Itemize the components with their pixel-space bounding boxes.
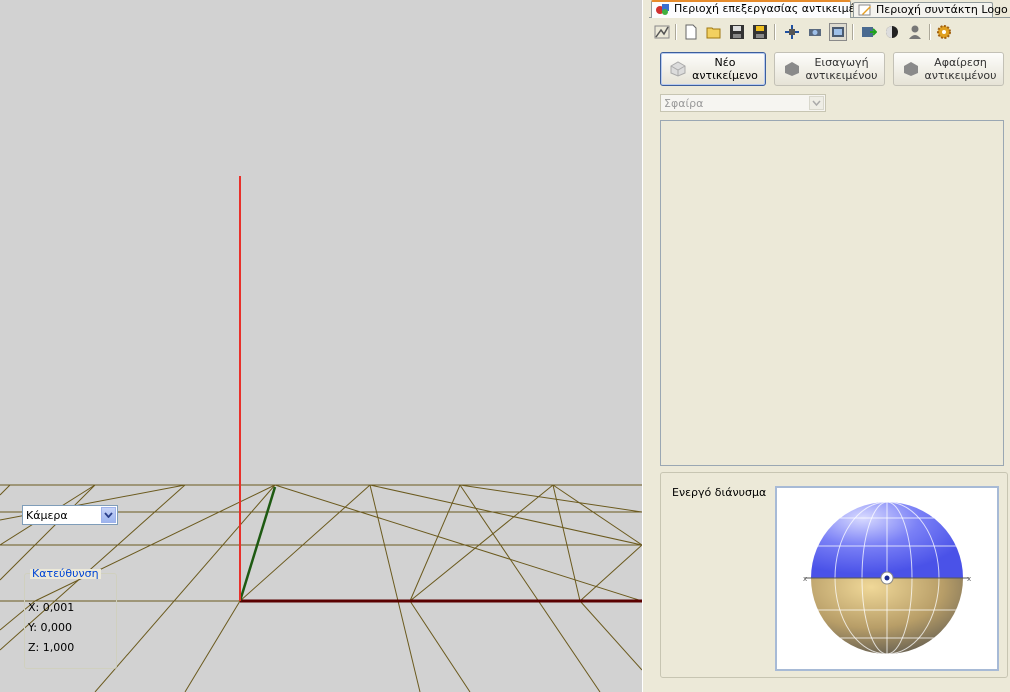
chevron-down-icon	[101, 507, 116, 523]
shape-select[interactable]: Σφαίρα	[660, 94, 826, 112]
direction-z: Z: 1,000	[28, 641, 75, 654]
tab-object-editor[interactable]: Περιοχή επεξεργασίας αντικειμένων	[651, 0, 876, 18]
screen-view-icon[interactable]	[829, 23, 847, 41]
save-icon[interactable]	[728, 23, 746, 41]
new-object-label: Νέο αντικείμενο	[692, 56, 758, 82]
shape-select-value: Σφαίρα	[664, 97, 704, 110]
move-icon[interactable]	[783, 23, 801, 41]
direction-y: Y: 0,000	[28, 621, 72, 634]
import-object-icon	[785, 62, 799, 76]
camera-view-icon[interactable]	[806, 23, 824, 41]
open-folder-icon[interactable]	[705, 23, 723, 41]
new-file-icon[interactable]	[682, 23, 700, 41]
direction-sphere[interactable]: x x	[777, 488, 997, 669]
tab-logo-editor[interactable]: Περιοχή συντάκτη Logo	[853, 2, 1008, 17]
active-vector-value: Κάμερα	[26, 509, 68, 522]
active-vector-label: Ενεργό διάνυσμα	[672, 486, 767, 499]
import-object-button[interactable]: Εισαγωγή αντικειμένου	[774, 52, 885, 86]
active-vector-select[interactable]: Κάμερα	[22, 505, 118, 525]
tab-strip: Περιοχή επεξεργασίας αντικειμένων Περιοχ…	[649, 0, 1010, 18]
save-as-icon[interactable]	[751, 23, 769, 41]
svg-text:x: x	[803, 575, 807, 583]
new-object-icon	[670, 61, 686, 77]
settings-icon[interactable]	[935, 23, 953, 41]
direction-group: Κατεύθυνση X: 0,001 Y: 0,000 Z: 1,000	[24, 568, 117, 669]
toolbar	[649, 20, 1010, 44]
tab-object-editor-label: Περιοχή επεξεργασίας αντικειμένων	[674, 2, 877, 15]
path-icon[interactable]	[653, 23, 671, 41]
object-properties-area	[660, 120, 1004, 466]
remove-object-label: Αφαίρεση αντικειμένου	[924, 56, 997, 82]
remove-object-button[interactable]: Αφαίρεση αντικειμένου	[893, 52, 1004, 86]
shading-icon[interactable]	[883, 23, 901, 41]
user-icon[interactable]	[906, 23, 924, 41]
remove-object-icon	[904, 62, 918, 76]
panel-splitter[interactable]	[642, 0, 649, 692]
objects-icon	[656, 4, 669, 15]
new-object-button[interactable]: Νέο αντικείμενο	[660, 52, 766, 86]
direction-sphere-widget[interactable]: x x	[775, 486, 999, 671]
export-icon[interactable]	[860, 23, 878, 41]
direction-x: X: 0,001	[28, 601, 75, 614]
svg-text:x: x	[967, 575, 971, 583]
tab-logo-editor-label: Περιοχή συντάκτη Logo	[876, 3, 1008, 16]
chevron-down-icon	[809, 96, 824, 110]
direction-legend: Κατεύθυνση	[30, 567, 101, 580]
axis-depth	[238, 486, 277, 602]
pencil-note-icon	[858, 4, 871, 16]
import-object-label: Εισαγωγή αντικειμένου	[805, 56, 878, 82]
